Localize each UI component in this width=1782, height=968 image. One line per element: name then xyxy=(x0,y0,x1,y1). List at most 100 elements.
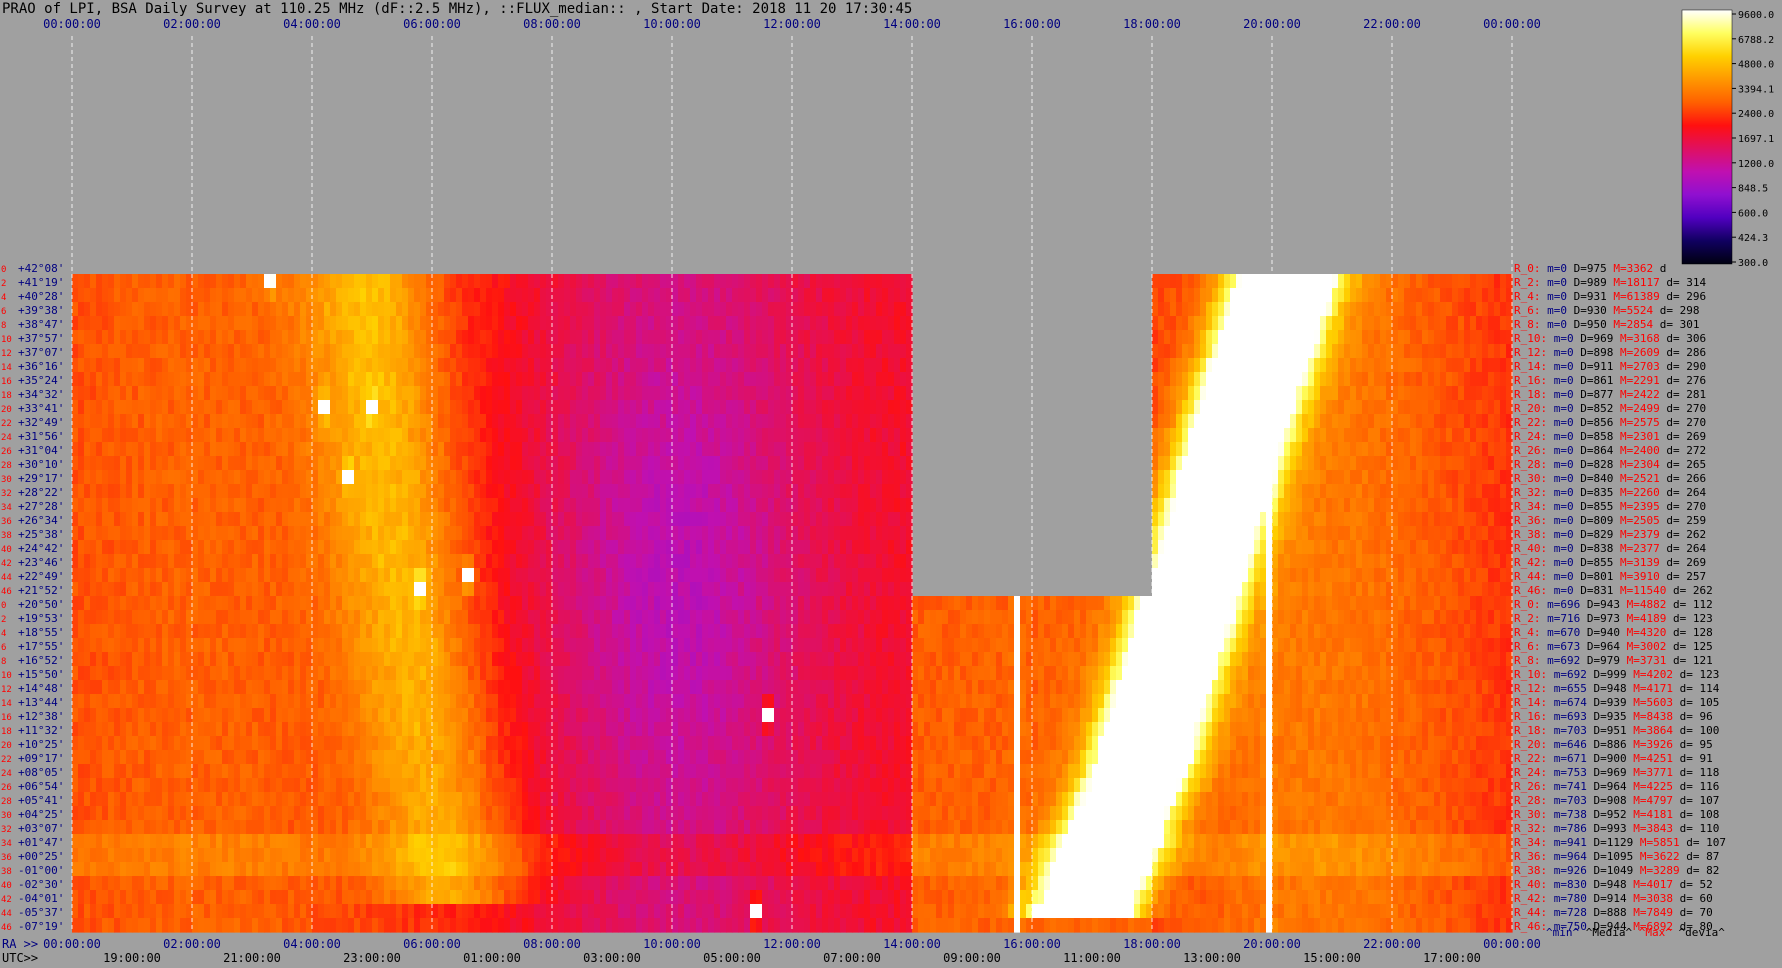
heatmap-cell xyxy=(120,526,127,541)
heatmap-cell xyxy=(462,554,469,569)
heatmap-cell xyxy=(300,302,307,317)
heatmap-cell xyxy=(894,568,901,583)
heatmap-cell xyxy=(594,274,601,289)
heatmap-cell xyxy=(1470,582,1477,597)
heatmap-cell xyxy=(594,470,601,485)
heatmap-cell xyxy=(1338,470,1345,485)
heatmap-cell xyxy=(390,610,397,625)
heatmap-cell xyxy=(642,610,649,625)
heatmap-cell xyxy=(120,274,127,289)
heatmap-cell xyxy=(1284,554,1291,569)
heatmap-cell xyxy=(180,596,187,611)
heatmap-cell xyxy=(1398,274,1405,289)
heatmap-cell xyxy=(612,414,619,429)
heatmap-cell xyxy=(1476,428,1483,443)
heatmap-cell xyxy=(444,302,451,317)
heatmap-cell xyxy=(894,526,901,541)
heatmap-cell xyxy=(1452,442,1459,457)
heatmap-cell xyxy=(162,428,169,443)
heatmap-cell xyxy=(138,456,145,471)
heatmap-cell xyxy=(678,288,685,303)
heatmap-cell xyxy=(1200,302,1207,317)
heatmap-cell xyxy=(1194,344,1201,359)
heatmap-cell xyxy=(1404,596,1411,611)
heatmap-cell xyxy=(342,344,349,359)
heatmap-cell xyxy=(1182,428,1189,443)
heatmap-cell xyxy=(630,526,637,541)
heatmap-cell xyxy=(564,568,571,583)
heatmap-cell xyxy=(528,526,535,541)
heatmap-cell xyxy=(96,526,103,541)
heatmap-cell xyxy=(744,344,751,359)
heatmap-cell xyxy=(1206,568,1213,583)
heatmap-cell xyxy=(894,540,901,555)
heatmap-cell xyxy=(1278,498,1285,513)
heatmap-cell xyxy=(1188,330,1195,345)
heatmap-cell xyxy=(840,610,847,625)
heatmap-cell xyxy=(894,372,901,387)
heatmap-cell xyxy=(534,442,541,457)
heatmap-cell xyxy=(408,554,415,569)
heatmap-cell xyxy=(888,568,895,583)
heatmap-cell xyxy=(1350,456,1357,471)
heatmap-cell xyxy=(1416,596,1423,611)
heatmap-cell xyxy=(528,330,535,345)
heatmap-cell xyxy=(576,330,583,345)
heatmap-cell xyxy=(1482,456,1489,471)
heatmap-cell xyxy=(1302,330,1309,345)
heatmap-cell xyxy=(384,288,391,303)
heatmap-cell xyxy=(708,414,715,429)
heatmap-cell xyxy=(1248,470,1255,485)
heatmap-cell xyxy=(480,372,487,387)
heatmap-cell xyxy=(780,554,787,569)
heatmap-cell xyxy=(1362,540,1369,555)
heatmap-cell xyxy=(1362,274,1369,289)
heatmap-cell xyxy=(870,344,877,359)
heatmap-cell xyxy=(1218,302,1225,317)
heatmap-cell xyxy=(144,428,151,443)
heatmap-cell xyxy=(834,568,841,583)
heatmap-cell xyxy=(1434,512,1441,527)
heatmap-cell xyxy=(150,344,157,359)
heatmap-cell xyxy=(534,610,541,625)
heatmap-cell xyxy=(1332,316,1339,331)
heatmap-cell xyxy=(750,428,757,443)
heatmap-cell xyxy=(516,442,523,457)
heatmap-cell xyxy=(960,596,967,611)
heatmap-cell xyxy=(1296,456,1303,471)
heatmap-cell xyxy=(204,302,211,317)
heatmap-cell xyxy=(870,288,877,303)
heatmap-cell xyxy=(750,526,757,541)
heatmap-cell xyxy=(270,358,277,373)
heatmap-cell xyxy=(1464,288,1471,303)
heatmap-cell xyxy=(756,400,763,415)
heatmap-cell xyxy=(834,372,841,387)
heatmap-cell xyxy=(570,512,577,527)
heatmap-cell xyxy=(642,330,649,345)
heatmap-cell xyxy=(738,568,745,583)
heatmap-cell xyxy=(222,316,229,331)
heatmap-cell xyxy=(504,344,511,359)
heatmap-cell xyxy=(438,540,445,555)
heatmap-cell xyxy=(120,358,127,373)
heatmap-cell xyxy=(1044,596,1051,611)
heatmap-cell xyxy=(270,400,277,415)
heatmap-cell xyxy=(114,302,121,317)
heatmap-cell xyxy=(174,316,181,331)
heatmap-cell xyxy=(126,442,133,457)
heatmap-cell xyxy=(876,302,883,317)
heatmap-cell xyxy=(300,484,307,499)
heatmap-cell xyxy=(228,274,235,289)
heatmap-cell xyxy=(1152,288,1159,303)
heatmap-cell xyxy=(504,330,511,345)
heatmap-cell xyxy=(396,554,403,569)
heatmap-cell xyxy=(660,554,667,569)
heatmap-cell xyxy=(438,554,445,569)
heatmap-cell xyxy=(1338,428,1345,443)
heatmap-cell xyxy=(96,386,103,401)
heatmap-cell xyxy=(234,372,241,387)
heatmap-cell xyxy=(1152,596,1159,611)
heatmap-cell xyxy=(822,526,829,541)
heatmap-cell xyxy=(726,456,733,471)
heatmap-cell xyxy=(840,484,847,499)
